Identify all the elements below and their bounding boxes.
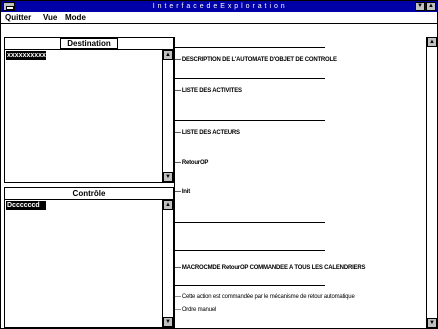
menu-quitter-label: Quitter [5, 13, 32, 22]
destination-list[interactable]: xxxxxxxxxx [5, 50, 162, 182]
menu-mode-label: Mode [65, 13, 86, 22]
retourop-item[interactable]: RetourOP [175, 160, 209, 166]
menu-vue[interactable]: Vue [43, 13, 57, 23]
separator-line [175, 47, 325, 48]
menu-vue-label: Vue [43, 13, 58, 22]
arrow-up-icon[interactable]: ▲ [163, 200, 173, 210]
app-window: I n t e r f a c e d e E x p l o r a t i … [0, 0, 438, 329]
arrow-down-icon[interactable]: ▼ [427, 318, 437, 328]
controle-header: Contrôle [5, 188, 173, 200]
menu-mode[interactable]: Mode [65, 13, 86, 23]
destination-title: Destination [60, 38, 118, 49]
controle-box: Contrôle Dccccccd ▲ ▼ [4, 187, 174, 328]
title-bar: I n t e r f a c e d e E x p l o r a t i … [1, 1, 437, 12]
controle-list[interactable]: Dccccccd [5, 200, 162, 327]
separator-line [175, 250, 325, 251]
destination-header: Destination [5, 38, 173, 50]
arrow-down-icon[interactable]: ▼ [163, 317, 173, 327]
arrow-up-icon[interactable]: ▲ [427, 37, 437, 47]
macrocmde-heading: MACROCMDE RetourOP COMMANDEE A TOUS LES … [175, 265, 366, 271]
separator-line [175, 78, 325, 79]
actors-heading: LISTE DES ACTEURS [175, 130, 240, 136]
arrow-down-icon[interactable]: ▼ [163, 172, 173, 182]
destination-box: Destination xxxxxxxxxx ▲ ▼ [4, 37, 174, 183]
arrow-up-icon[interactable]: ▲ [163, 50, 173, 60]
right-pane: DESCRIPTION DE L'AUTOMATE D'OBJET DE CON… [175, 37, 437, 328]
maximize-icon[interactable]: ▲ [426, 2, 436, 11]
menu-bar: Quitter Vue Mode [1, 12, 437, 24]
description-heading: DESCRIPTION DE L'AUTOMATE D'OBJET DE CON… [175, 57, 337, 63]
separator-line [175, 120, 325, 121]
destination-scrollbar[interactable]: ▲ ▼ [162, 50, 173, 182]
window-title: I n t e r f a c e d e E x p l o r a t i … [152, 3, 286, 10]
separator-line [175, 285, 325, 286]
destination-selected-item[interactable]: xxxxxxxxxx [6, 51, 46, 60]
controle-selected-item[interactable]: Dccccccd [6, 201, 46, 210]
init-item[interactable]: Init [175, 189, 190, 195]
right-scrollbar[interactable]: ▲ ▼ [426, 37, 437, 328]
controle-title: Contrôle [72, 189, 106, 198]
menu-quitter[interactable]: Quitter [5, 13, 31, 23]
controle-scrollbar[interactable]: ▲ ▼ [162, 200, 173, 327]
minimize-icon[interactable]: ▼ [415, 2, 425, 11]
activities-heading: LISTE DES ACTIVITES [175, 88, 242, 94]
action-description: Cette action est commandée par le mécani… [175, 294, 355, 300]
left-pane: Destination xxxxxxxxxx ▲ ▼ Contrôle Dccc… [4, 37, 174, 328]
manual-order-text: Ordre manuel [175, 307, 216, 313]
separator-line [175, 222, 325, 223]
